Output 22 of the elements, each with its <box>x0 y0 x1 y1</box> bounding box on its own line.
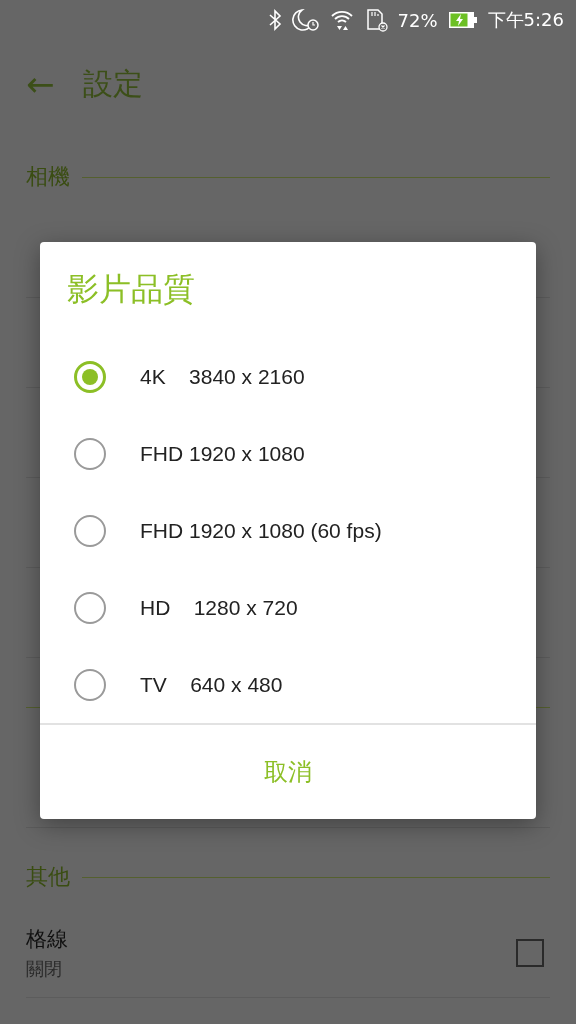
checkbox[interactable] <box>516 938 544 967</box>
wifi-icon <box>329 8 354 32</box>
battery-charging-icon <box>447 10 478 30</box>
option-label[interactable]: FHD 1920 x 1080 (60 fps) <box>140 518 382 543</box>
option-label[interactable]: TV 640 x 480 <box>140 672 283 697</box>
bluetooth-icon <box>267 9 282 31</box>
option-label[interactable]: 4K 3840 x 2160 <box>140 364 305 389</box>
setting-value: 關閉 <box>26 956 63 981</box>
radio-button[interactable] <box>74 437 106 470</box>
radio-button[interactable] <box>74 514 106 547</box>
radio-button[interactable] <box>74 360 106 393</box>
dialog-title: 影片品質 <box>67 269 195 310</box>
option-label[interactable]: HD 1280 x 720 <box>140 595 298 620</box>
page-title: 設定 <box>82 64 143 103</box>
section-header: 其他 <box>26 863 70 891</box>
option-label[interactable]: FHD 1920 x 1080 <box>140 441 305 466</box>
clock: 下午5:26 <box>487 8 564 32</box>
radio-button[interactable] <box>74 668 106 701</box>
battery-percent: 72% <box>397 9 438 31</box>
radio-button[interactable] <box>74 591 106 624</box>
section-header: 相機 <box>26 163 70 191</box>
moon-alarm-icon <box>291 8 320 32</box>
